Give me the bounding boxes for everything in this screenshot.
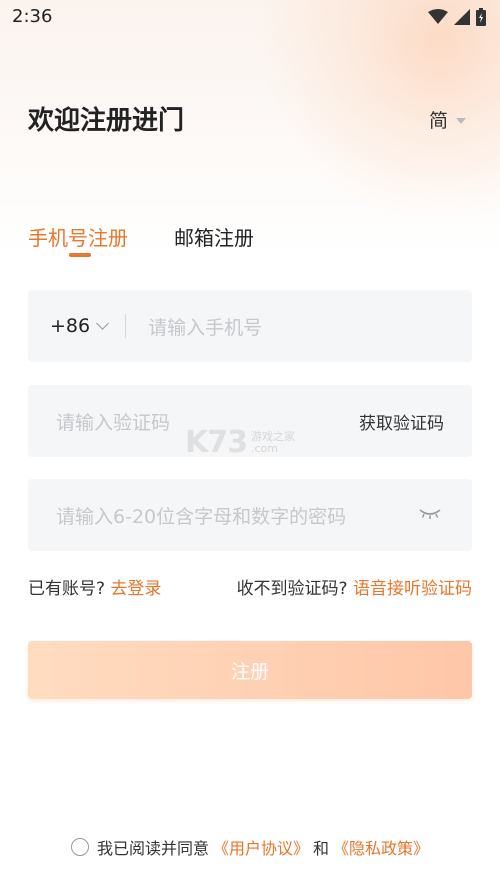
page-title: 欢迎注册进门 [28,106,185,136]
voice-code-link[interactable]: 语音接听验证码 [353,579,472,599]
status-time: 2:36 [12,6,53,27]
language-selector[interactable]: 简 [429,106,466,133]
user-agreement-link[interactable]: 《用户协议》 [213,835,309,859]
agreement-prefix: 我已阅读并同意 [96,839,209,858]
radio-unchecked-icon[interactable] [70,838,89,856]
phone-input[interactable]: 请输入手机号 [148,313,262,340]
chevron-down-icon [96,317,109,330]
verification-code-input[interactable]: 请输入验证码 [56,408,170,435]
password-input[interactable]: 请输入6-20位含字母和数字的密码 [56,502,346,529]
country-code-selector[interactable]: +86 [50,315,109,337]
have-account-text: 已有账号? [28,579,106,599]
agreement-row: 我已阅读并同意 《用户协议》 和 《隐私政策》 [0,835,500,859]
watermark-cn: 游戏之家 [251,429,295,443]
watermark-domain: .com [251,441,278,455]
helper-links: 已有账号? 去登录 收不到验证码? 语音接听验证码 [28,574,472,599]
register-button[interactable]: 注册 [28,641,472,699]
signal-icon [454,9,470,25]
agreement-and: 和 [313,839,330,858]
register-button-label: 注册 [230,660,269,683]
watermark-brand: K73 [185,425,248,460]
register-tabs: 手机号注册 邮箱注册 [28,222,254,251]
tab-email-register[interactable]: 邮箱注册 [174,222,254,251]
language-label: 简 [428,110,448,132]
get-code-button[interactable]: 获取验证码 [359,409,444,434]
watermark-logo: K73 游戏之家 .com [185,425,295,460]
country-code: +86 [50,315,91,337]
active-tab-indicator [69,253,91,257]
watermark-text: 游戏之家 .com [251,429,295,455]
field-divider [125,314,127,338]
eye-closed-icon[interactable] [418,507,442,521]
status-bar: 2:36 [0,0,500,34]
privacy-policy-link[interactable]: 《隐私政策》 [333,835,429,859]
login-link[interactable]: 去登录 [110,579,161,599]
login-prompt: 已有账号? 去登录 [28,574,161,599]
tab-phone-register[interactable]: 手机号注册 [28,222,128,251]
caret-down-icon [456,117,466,124]
phone-field: +86 请输入手机号 [28,290,472,362]
status-icons [428,8,486,26]
password-field: 请输入6-20位含字母和数字的密码 [28,479,472,551]
voice-code-prompt: 收不到验证码? 语音接听验证码 [237,574,472,599]
battery-icon [476,8,486,26]
no-code-text: 收不到验证码? [236,579,348,599]
wifi-icon [428,9,448,24]
